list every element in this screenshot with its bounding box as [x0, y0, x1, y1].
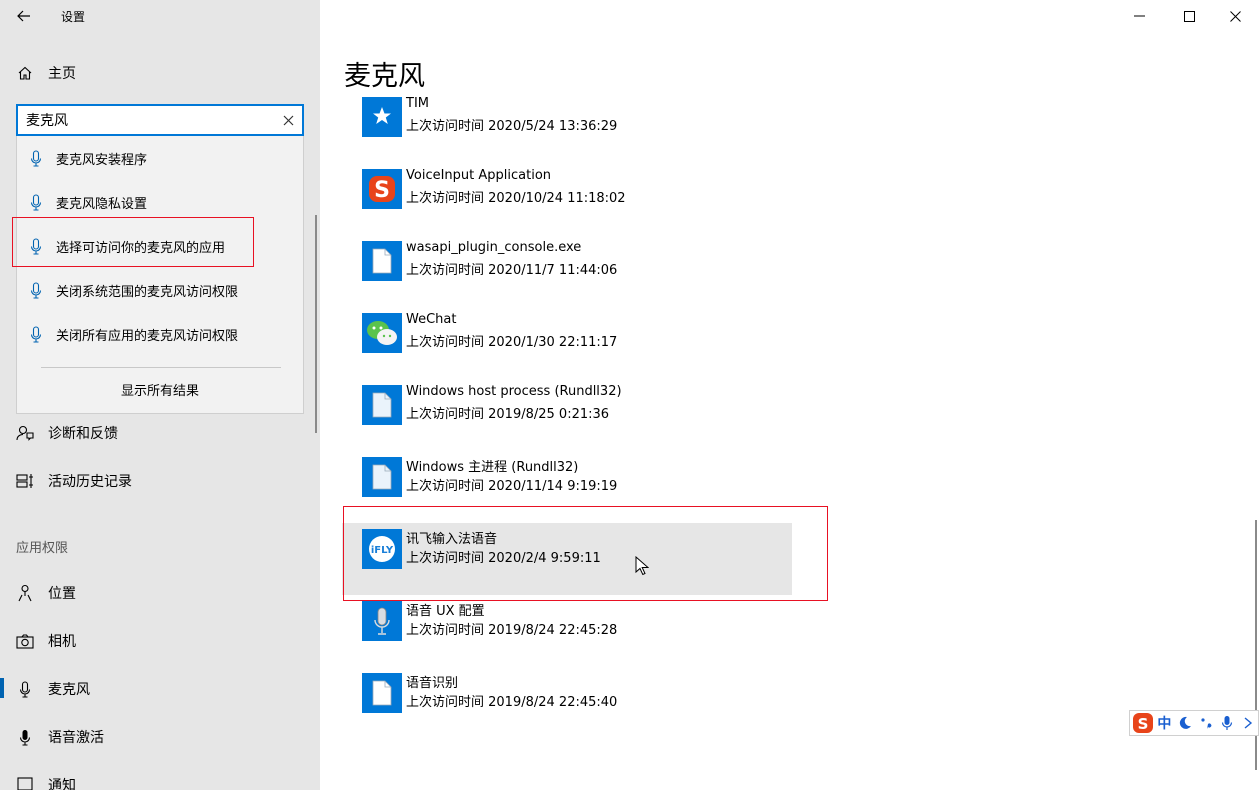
microphone-app-icon: [362, 601, 402, 641]
sogou-logo-icon[interactable]: S: [1132, 712, 1154, 734]
sidebar-item-location[interactable]: 位置: [0, 573, 320, 613]
suggestion-label: 麦克风安装程序: [56, 152, 148, 168]
app-list-item[interactable]: S VoiceInput Application 上次访问时间 2020/10/…: [342, 168, 792, 241]
app-name: Windows host process (Rundll32): [406, 384, 622, 399]
ime-mode-label[interactable]: 中: [1154, 712, 1175, 734]
page-title: 麦克风: [344, 61, 425, 92]
sidebar-item-microphone[interactable]: 麦克风: [0, 669, 320, 709]
app-list-item[interactable]: WeChat 上次访问时间 2020/1/30 22:11:17: [342, 312, 792, 385]
tim-icon: [362, 97, 402, 137]
app-list-item[interactable]: TIM 上次访问时间 2020/5/24 13:36:29: [342, 96, 792, 169]
file-icon: [362, 241, 402, 281]
ime-toolbar[interactable]: S 中: [1129, 710, 1259, 736]
app-last-access: 上次访问时间 2020/5/24 13:36:29: [406, 119, 618, 134]
punctuation-icon[interactable]: [1196, 712, 1217, 734]
settings-sidebar: 设置 主页 麦克风安装程序 麦克风隐私设置 选择可访问你的麦克风的应用 关闭系统…: [0, 0, 320, 790]
back-button[interactable]: [10, 4, 38, 28]
section-header-app-permissions: 应用权限: [16, 541, 69, 556]
show-all-results-link[interactable]: 显示所有结果: [17, 380, 303, 399]
annotation-highlight-box: [343, 506, 828, 601]
sidebar-scrollbar[interactable]: [315, 215, 317, 433]
app-last-access: 上次访问时间 2020/11/7 11:44:06: [406, 263, 618, 278]
file-icon: [362, 385, 402, 425]
timeline-icon: [16, 472, 34, 490]
microphone-icon: [16, 680, 34, 698]
app-list-item[interactable]: wasapi_plugin_console.exe 上次访问时间 2020/11…: [342, 240, 792, 313]
app-last-access: 上次访问时间 2020/11/14 9:19:19: [406, 479, 618, 494]
sidebar-item-activity-history[interactable]: 活动历史记录: [0, 461, 320, 501]
search-input[interactable]: [26, 110, 274, 130]
sidebar-item-diagnostics[interactable]: 诊断和反馈: [0, 413, 320, 453]
suggestion-item[interactable]: 麦克风安装程序: [17, 136, 303, 180]
settings-search-box[interactable]: [16, 104, 304, 136]
svg-text:S: S: [374, 178, 390, 203]
maximize-icon: [1183, 10, 1195, 22]
app-last-access: 上次访问时间 2019/8/25 0:21:36: [406, 407, 610, 422]
microphone-icon[interactable]: [1216, 712, 1237, 734]
file-icon: [362, 457, 402, 497]
moon-icon[interactable]: [1175, 712, 1196, 734]
clear-search-button[interactable]: [278, 110, 298, 130]
close-icon: [283, 115, 293, 125]
sidebar-item-home[interactable]: 主页: [0, 53, 320, 93]
notification-icon: [16, 776, 34, 790]
maximize-button[interactable]: [1166, 0, 1212, 32]
close-icon: [1229, 10, 1241, 22]
suggestion-divider: [41, 367, 281, 368]
app-list-item[interactable]: 语音识别 上次访问时间 2019/8/24 22:45:40: [342, 673, 792, 745]
file-icon: [362, 673, 402, 713]
app-last-access: 上次访问时间 2019/8/24 22:45:28: [406, 623, 618, 638]
annotation-highlight-box: [12, 217, 254, 267]
camera-icon: [16, 632, 34, 650]
sidebar-item-label: 麦克风: [48, 682, 90, 698]
content-pane: 麦克风 TIM 上次访问时间 2020/5/24 13:36:29 S Voic…: [320, 0, 1259, 790]
microphone-icon: [29, 149, 43, 167]
suggestion-item[interactable]: 关闭所有应用的麦克风访问权限: [17, 312, 303, 356]
feedback-person-icon: [16, 424, 34, 442]
sidebar-item-label: 通知: [48, 778, 76, 790]
suggestion-label: 关闭所有应用的麦克风访问权限: [56, 328, 239, 344]
app-last-access: 上次访问时间 2019/8/24 22:45:40: [406, 695, 618, 710]
minimize-icon: [1133, 15, 1145, 17]
sidebar-item-label: 主页: [48, 66, 76, 82]
sidebar-item-label: 诊断和反馈: [48, 426, 118, 442]
sogou-icon: S: [362, 169, 402, 209]
svg-text:S: S: [1138, 715, 1149, 733]
app-name: Windows 主进程 (Rundll32): [406, 460, 579, 475]
microphone-icon: [29, 193, 43, 211]
app-name: 语音 UX 配置: [406, 604, 485, 619]
app-name: WeChat: [406, 312, 457, 327]
app-name: TIM: [406, 96, 429, 111]
mouse-cursor-icon: [635, 556, 649, 576]
sidebar-item-label: 活动历史记录: [48, 474, 132, 490]
back-arrow-icon: [17, 10, 30, 22]
suggestion-label: 麦克风隐私设置: [56, 196, 148, 212]
window-title: 设置: [61, 10, 86, 24]
sidebar-item-notification[interactable]: 通知: [0, 765, 320, 790]
app-name: wasapi_plugin_console.exe: [406, 240, 582, 255]
sidebar-item-label: 相机: [48, 634, 76, 650]
app-last-access: 上次访问时间 2020/10/24 11:18:02: [406, 191, 626, 206]
suggestion-label: 关闭系统范围的麦克风访问权限: [56, 284, 239, 300]
minimize-button[interactable]: [1116, 0, 1162, 32]
app-list-item[interactable]: Windows host process (Rundll32) 上次访问时间 2…: [342, 384, 792, 457]
sidebar-item-label: 位置: [48, 586, 76, 602]
ime-more-icon[interactable]: [1237, 712, 1258, 734]
location-icon: [16, 584, 34, 602]
app-last-access: 上次访问时间 2020/1/30 22:11:17: [406, 335, 618, 350]
microphone-icon: [29, 325, 43, 343]
microphone-icon: [29, 281, 43, 299]
search-suggestions-dropdown: 麦克风安装程序 麦克风隐私设置 选择可访问你的麦克风的应用 关闭系统范围的麦克风…: [16, 136, 304, 414]
app-name: 语音识别: [406, 676, 459, 691]
wechat-icon: [362, 313, 402, 353]
sidebar-item-voice-activation[interactable]: 语音激活: [0, 717, 320, 757]
suggestion-item[interactable]: 关闭系统范围的麦克风访问权限: [17, 268, 303, 312]
voice-activation-icon: [16, 728, 34, 746]
sidebar-item-label: 语音激活: [48, 730, 104, 746]
home-icon: [16, 64, 34, 82]
close-button[interactable]: [1212, 0, 1258, 32]
app-list-item[interactable]: 语音 UX 配置 上次访问时间 2019/8/24 22:45:28: [342, 601, 792, 673]
sidebar-item-camera[interactable]: 相机: [0, 621, 320, 661]
app-name: VoiceInput Application: [406, 168, 552, 183]
